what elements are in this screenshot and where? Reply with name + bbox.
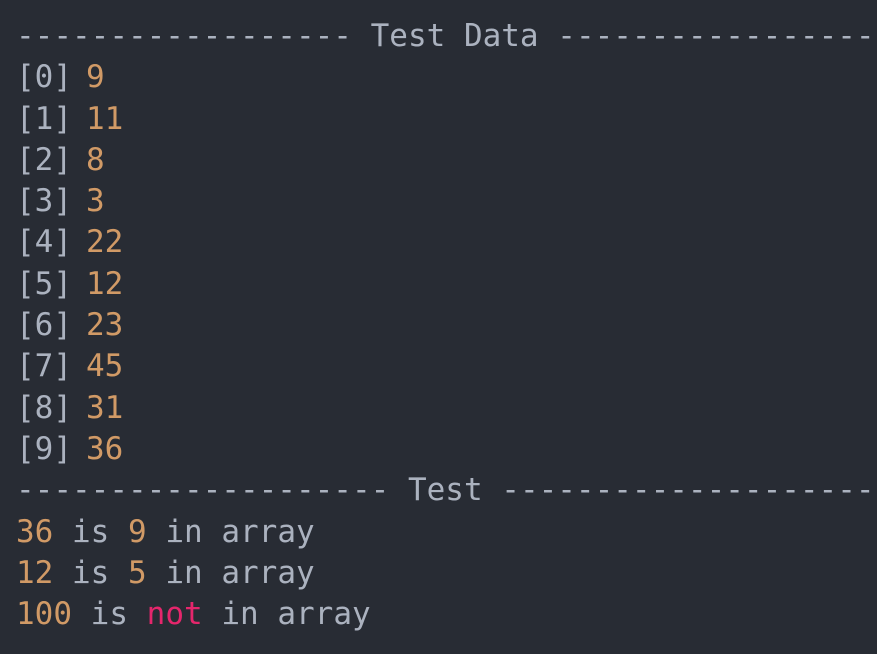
item-value: 8 (86, 141, 105, 178)
item-value: 3 (86, 183, 105, 220)
array-item: [6] 23 (16, 305, 877, 346)
section-header-test-data: ------------------ Test Data -----------… (16, 16, 877, 57)
item-value: 31 (86, 389, 124, 426)
result-target: 100 (16, 596, 72, 633)
array-item: [9] 36 (16, 429, 877, 470)
result-target: 36 (16, 513, 54, 550)
rule-left: ------------------ (16, 18, 352, 54)
array-item: [4] 22 (16, 222, 877, 263)
rule-right: ------------------ (557, 18, 877, 54)
item-value: 22 (86, 224, 124, 261)
result-suffix: in array (221, 596, 371, 633)
result-negation: not (146, 596, 203, 633)
array-item: [2] 8 (16, 140, 877, 181)
array-item: [1] 11 (16, 99, 877, 140)
result-is: is (90, 596, 128, 633)
item-index: [9] (16, 430, 72, 467)
section-title: Test (407, 472, 483, 509)
result-suffix: in array (165, 513, 315, 550)
result-suffix: in array (165, 554, 315, 591)
array-item: [3] 3 (16, 181, 877, 222)
item-index: [2] (16, 141, 72, 178)
result-position: 5 (128, 554, 147, 591)
item-index: [5] (16, 265, 72, 302)
item-index: [0] (16, 59, 72, 96)
array-item: [8] 31 (16, 388, 877, 429)
item-value: 23 (86, 307, 124, 344)
array-item: [0] 9 (16, 57, 877, 98)
item-value: 45 (86, 348, 124, 385)
result-target: 12 (16, 554, 54, 591)
item-index: [4] (16, 224, 72, 261)
console-output: ------------------ Test Data -----------… (0, 0, 877, 654)
item-index: [3] (16, 183, 72, 220)
item-index: [6] (16, 307, 72, 344)
item-index: [7] (16, 348, 72, 385)
section-header-test: -------------------- Test --------------… (16, 470, 877, 511)
array-item: [5] 12 (16, 264, 877, 305)
item-value: 9 (86, 59, 105, 96)
search-result: 100 is not in array (16, 594, 877, 635)
result-position: 9 (128, 513, 147, 550)
item-value: 11 (86, 100, 124, 137)
result-is: is (72, 554, 110, 591)
item-value: 36 (86, 430, 124, 467)
rule-left: -------------------- (16, 472, 390, 509)
rule-right: -------------------- (501, 472, 875, 509)
item-value: 12 (86, 265, 124, 302)
section-title: Test Data (370, 18, 539, 54)
search-result: 12 is 5 in array (16, 553, 877, 594)
search-result: 36 is 9 in array (16, 512, 877, 553)
result-is: is (72, 513, 110, 550)
item-index: [8] (16, 389, 72, 426)
array-item: [7] 45 (16, 346, 877, 387)
item-index: [1] (16, 100, 72, 137)
